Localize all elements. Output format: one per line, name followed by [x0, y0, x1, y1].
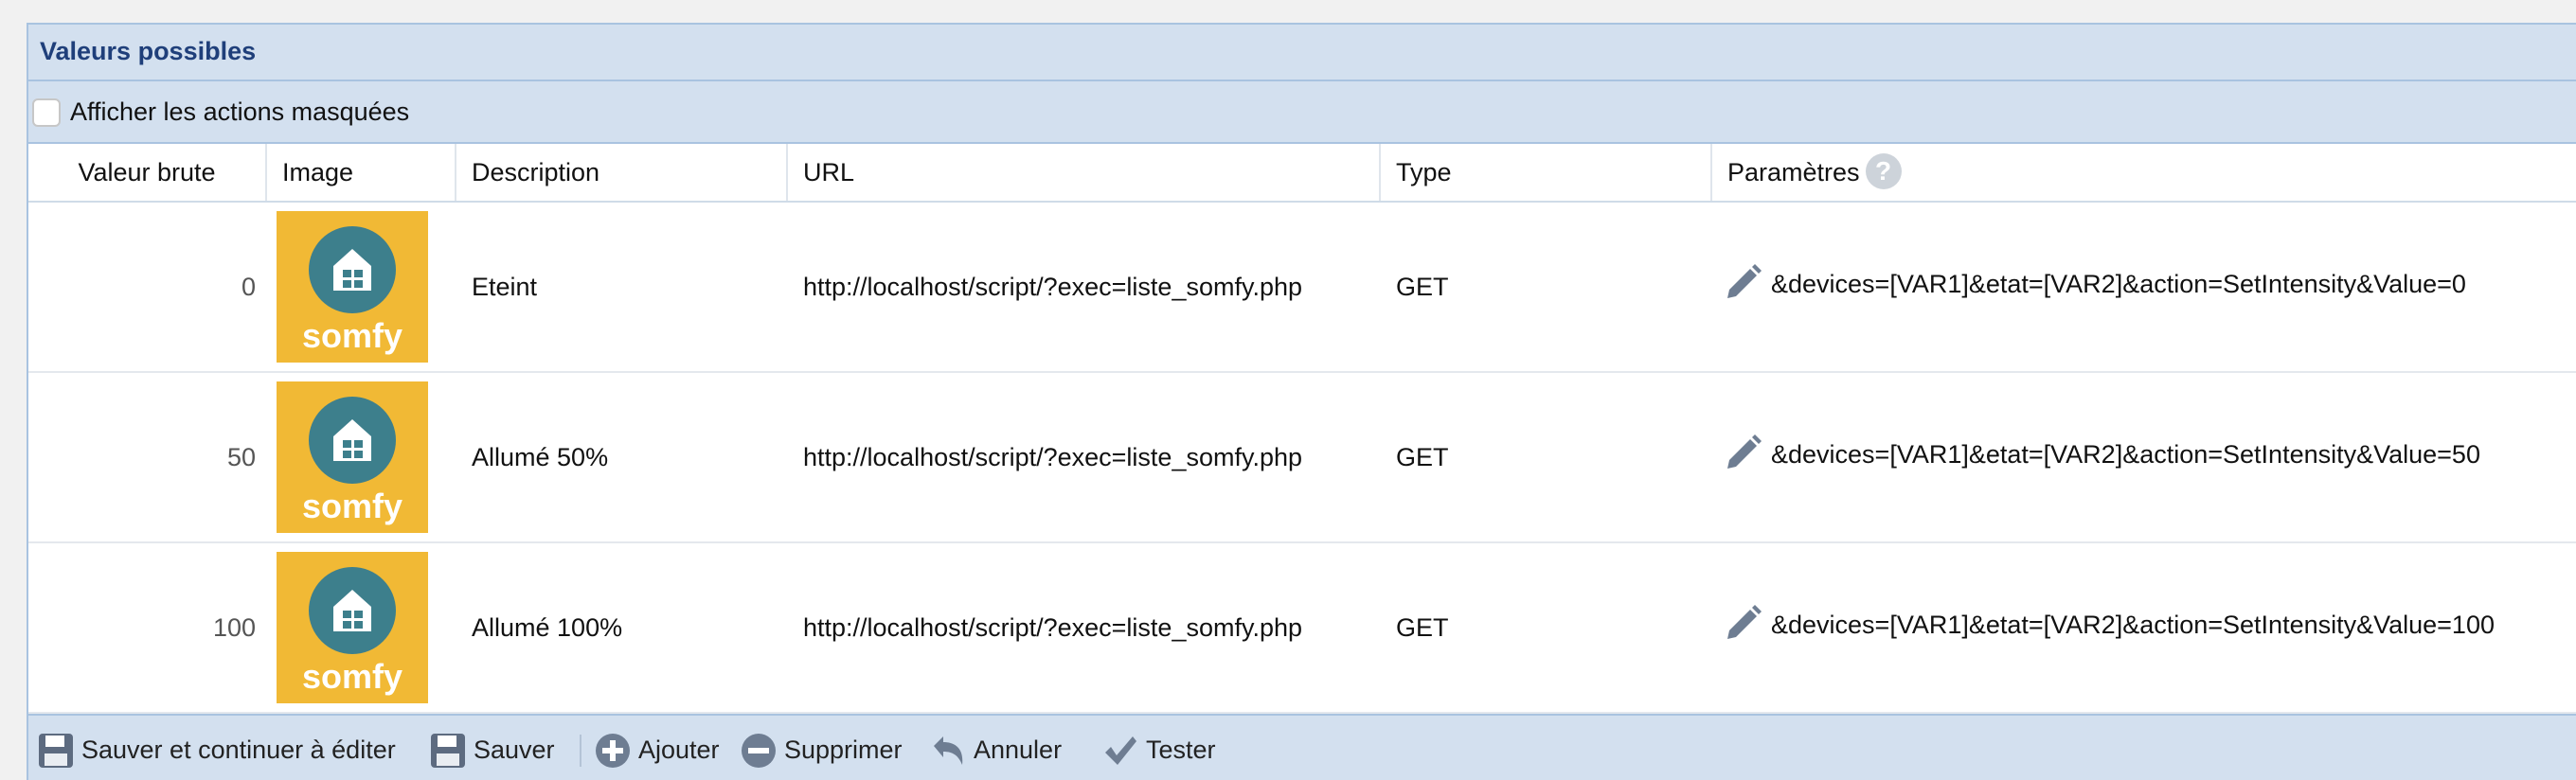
show-masked-label[interactable]: Afficher les actions masquées	[70, 98, 409, 127]
raw-value-cell: 50	[226, 443, 256, 471]
header-raw-value[interactable]: Valeur brute	[28, 144, 267, 201]
parameters-text: &devices=[VAR1]&etat=[VAR2]&action=SetIn…	[1771, 611, 2495, 639]
table-row[interactable]: 50 somfy Allumé 50% http://localhost/scr…	[28, 373, 2576, 543]
table-header-row: Valeur brute Image Description URL Type …	[28, 144, 2576, 203]
parameters-cell: &devices=[VAR1]&etat=[VAR2]&action=SetIn…	[1712, 373, 2576, 541]
help-icon[interactable]: ?	[1865, 152, 1902, 189]
description-cell: Allumé 100%	[472, 613, 623, 642]
somfy-logo-image: somfy	[277, 381, 428, 533]
description-cell: Allumé 50%	[472, 443, 609, 471]
possible-values-panel: Valeurs possibles Afficher les actions m…	[27, 23, 2576, 780]
parameters-cell: &devices=[VAR1]&etat=[VAR2]&action=SetIn…	[1712, 543, 2576, 712]
test-label: Tester	[1146, 736, 1216, 764]
floppy-disk-icon	[431, 734, 465, 768]
show-masked-checkbox[interactable]	[32, 98, 61, 127]
panel-title: Valeurs possibles	[40, 37, 257, 65]
url-cell: http://localhost/script/?exec=liste_somf…	[803, 273, 1303, 301]
type-cell: GET	[1396, 443, 1449, 471]
panel-header: Valeurs possibles	[28, 25, 2576, 81]
undo-arrow-icon	[934, 736, 963, 765]
header-image[interactable]: Image	[267, 144, 456, 201]
url-cell: http://localhost/script/?exec=liste_somf…	[803, 613, 1303, 642]
edit-pencil-icon[interactable]	[1724, 602, 1763, 642]
raw-value-cell: 100	[212, 613, 256, 642]
delete-label: Supprimer	[784, 736, 903, 764]
parameters-text: &devices=[VAR1]&etat=[VAR2]&action=SetIn…	[1771, 270, 2466, 298]
somfy-logo-text: somfy	[302, 657, 402, 696]
save-label: Sauver	[474, 736, 555, 764]
header-url[interactable]: URL	[788, 144, 1381, 201]
edit-pencil-icon[interactable]	[1724, 432, 1763, 471]
save-continue-label: Sauver et continuer à éditer	[81, 736, 396, 764]
header-type[interactable]: Type	[1381, 144, 1712, 201]
description-cell: Eteint	[472, 273, 538, 301]
filter-bar: Afficher les actions masquées	[28, 81, 2576, 144]
type-cell: GET	[1396, 273, 1449, 301]
action-toolbar: Sauver et continuer à éditer Sauver Ajou…	[28, 714, 2576, 780]
edit-pencil-icon[interactable]	[1724, 261, 1763, 301]
somfy-logo-text: somfy	[302, 487, 402, 525]
raw-value-cell: 0	[241, 273, 256, 301]
parameters-text: &devices=[VAR1]&etat=[VAR2]&action=SetIn…	[1771, 440, 2480, 469]
header-parameters-label: Paramètres	[1727, 158, 1860, 186]
parameters-cell: &devices=[VAR1]&etat=[VAR2]&action=SetIn…	[1712, 203, 2576, 371]
somfy-logo-image: somfy	[277, 552, 428, 703]
floppy-disk-icon	[39, 734, 73, 768]
table-row[interactable]: 100 somfy Allumé 100% http://localhost/s…	[28, 543, 2576, 714]
minus-circle-icon	[742, 734, 776, 768]
add-label: Ajouter	[638, 736, 720, 764]
somfy-logo-text: somfy	[302, 316, 402, 355]
type-cell: GET	[1396, 613, 1449, 642]
cancel-label: Annuler	[974, 736, 1063, 764]
somfy-logo-image: somfy	[277, 211, 428, 363]
table-row[interactable]: 0 somfy Eteint http://localhost/script/?…	[28, 203, 2576, 373]
url-cell: http://localhost/script/?exec=liste_somf…	[803, 443, 1303, 471]
header-parameters[interactable]: Paramètres?	[1712, 144, 2576, 201]
header-description[interactable]: Description	[456, 144, 788, 201]
plus-circle-icon	[596, 734, 630, 768]
toolbar-separator	[580, 735, 581, 767]
checkmark-icon	[1105, 736, 1136, 765]
